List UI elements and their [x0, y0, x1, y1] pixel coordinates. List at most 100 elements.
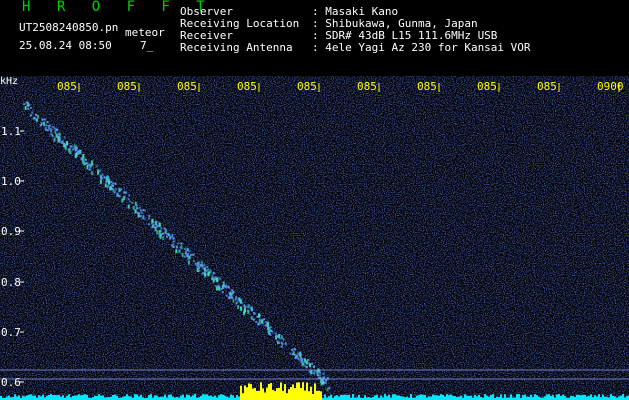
trace-pixel [222, 285, 225, 288]
trace-pixel [217, 284, 220, 287]
baseline-bar [358, 394, 360, 400]
baseline-bar [610, 394, 612, 400]
trace-pixel [280, 335, 283, 340]
baseline-bar [602, 394, 604, 400]
baseline-bar [26, 395, 28, 400]
trace-pixel [148, 215, 151, 217]
baseline-bar [336, 395, 338, 400]
trace-pixel [108, 179, 111, 182]
trace-pixel [255, 320, 258, 323]
baseline-bar [138, 396, 140, 400]
burst-bar [258, 390, 260, 400]
baseline-bar [352, 394, 354, 400]
baseline-bar [444, 396, 446, 400]
burst-bar [312, 394, 314, 400]
trace-pixel [198, 269, 201, 272]
baseline-bar [614, 396, 616, 400]
baseline-bar [432, 394, 434, 400]
burst-bar [252, 388, 254, 400]
trace-pixel [328, 387, 331, 390]
baseline-bar [420, 394, 422, 400]
trace-pixel [160, 227, 163, 229]
burst-bar [298, 382, 300, 400]
trace-pixel [55, 133, 58, 138]
trace-pixel [46, 129, 49, 132]
baseline-bar [148, 395, 150, 400]
trace-pixel [158, 222, 161, 227]
baseline-bar [328, 396, 330, 400]
trace-pixel [128, 194, 131, 197]
trace-pixel [183, 255, 186, 258]
unit-label: kHz [0, 76, 18, 87]
trace-pixel [177, 242, 180, 245]
baseline-bar [40, 396, 42, 400]
baseline-bar [562, 394, 564, 400]
trace-pixel [35, 113, 38, 116]
trace-pixel [245, 305, 248, 308]
baseline-bar [6, 396, 8, 400]
baseline-bar [134, 394, 136, 400]
trace-pixel [248, 304, 251, 307]
trace-pixel [221, 291, 224, 293]
baseline-bar [204, 394, 206, 400]
trace-pixel [64, 146, 67, 151]
baseline-bar [524, 394, 526, 400]
trace-pixel [222, 281, 225, 286]
trace-pixel [297, 357, 300, 360]
baseline-bar [518, 394, 520, 400]
baseline-bar [52, 395, 54, 400]
trace-pixel [201, 264, 204, 267]
baseline-bar [48, 395, 50, 400]
trace-pixel [301, 360, 304, 363]
trace-pixel [190, 253, 193, 256]
baseline-bar [208, 396, 210, 400]
x-tick-label: 085 [297, 80, 317, 93]
trace-pixel [30, 114, 32, 117]
baseline-bar [180, 395, 182, 400]
trace-pixel [50, 128, 53, 131]
baseline-bar [128, 396, 130, 400]
baseline-bar [188, 395, 190, 400]
baseline-bar [626, 396, 628, 400]
trace-pixel [299, 352, 302, 355]
baseline-bar [430, 396, 432, 400]
trace-pixel [201, 272, 204, 275]
baseline-bar [578, 394, 580, 400]
trace-pixel [91, 171, 94, 176]
baseline-bar [74, 395, 76, 400]
trace-pixel [113, 190, 116, 193]
trace-pixel [179, 246, 182, 249]
trace-pixel [50, 130, 53, 133]
trace-pixel [323, 375, 326, 378]
trace-pixel [123, 195, 126, 200]
trace-pixel [154, 226, 157, 229]
trace-pixel [267, 321, 270, 326]
spectrogram: kHz 1.1 1.0 0.9 0.8 0.7 0.6 085 085 085 085 085 085 0… [0, 76, 629, 400]
trace-pixel [114, 182, 117, 185]
trace-pixel [311, 362, 314, 365]
baseline-bar [348, 394, 350, 400]
trace-pixel [80, 158, 83, 161]
trace-pixel [24, 106, 27, 111]
baseline-bar [194, 394, 196, 400]
burst-bar [300, 388, 302, 400]
trace-pixel [172, 243, 175, 246]
baseline-bar [182, 394, 184, 400]
burst-bar [306, 382, 308, 400]
baseline-bar [62, 395, 64, 400]
trace-pixel [69, 145, 72, 148]
burst-bar [316, 391, 318, 400]
baseline-bar [56, 395, 58, 400]
trace-pixel [274, 332, 277, 335]
trace-pixel [79, 150, 82, 153]
baseline-bar [230, 394, 232, 400]
baseline-bar [50, 394, 52, 400]
baseline-bar [422, 394, 424, 400]
baseline-bar [478, 394, 480, 400]
trace-pixel [214, 276, 217, 279]
trace-pixel [235, 296, 238, 299]
trace-pixel [61, 140, 64, 143]
y-tick-label: 0.8 [1, 276, 21, 289]
trace-pixel [74, 148, 77, 151]
y-tick-label: 0.7 [1, 326, 21, 339]
